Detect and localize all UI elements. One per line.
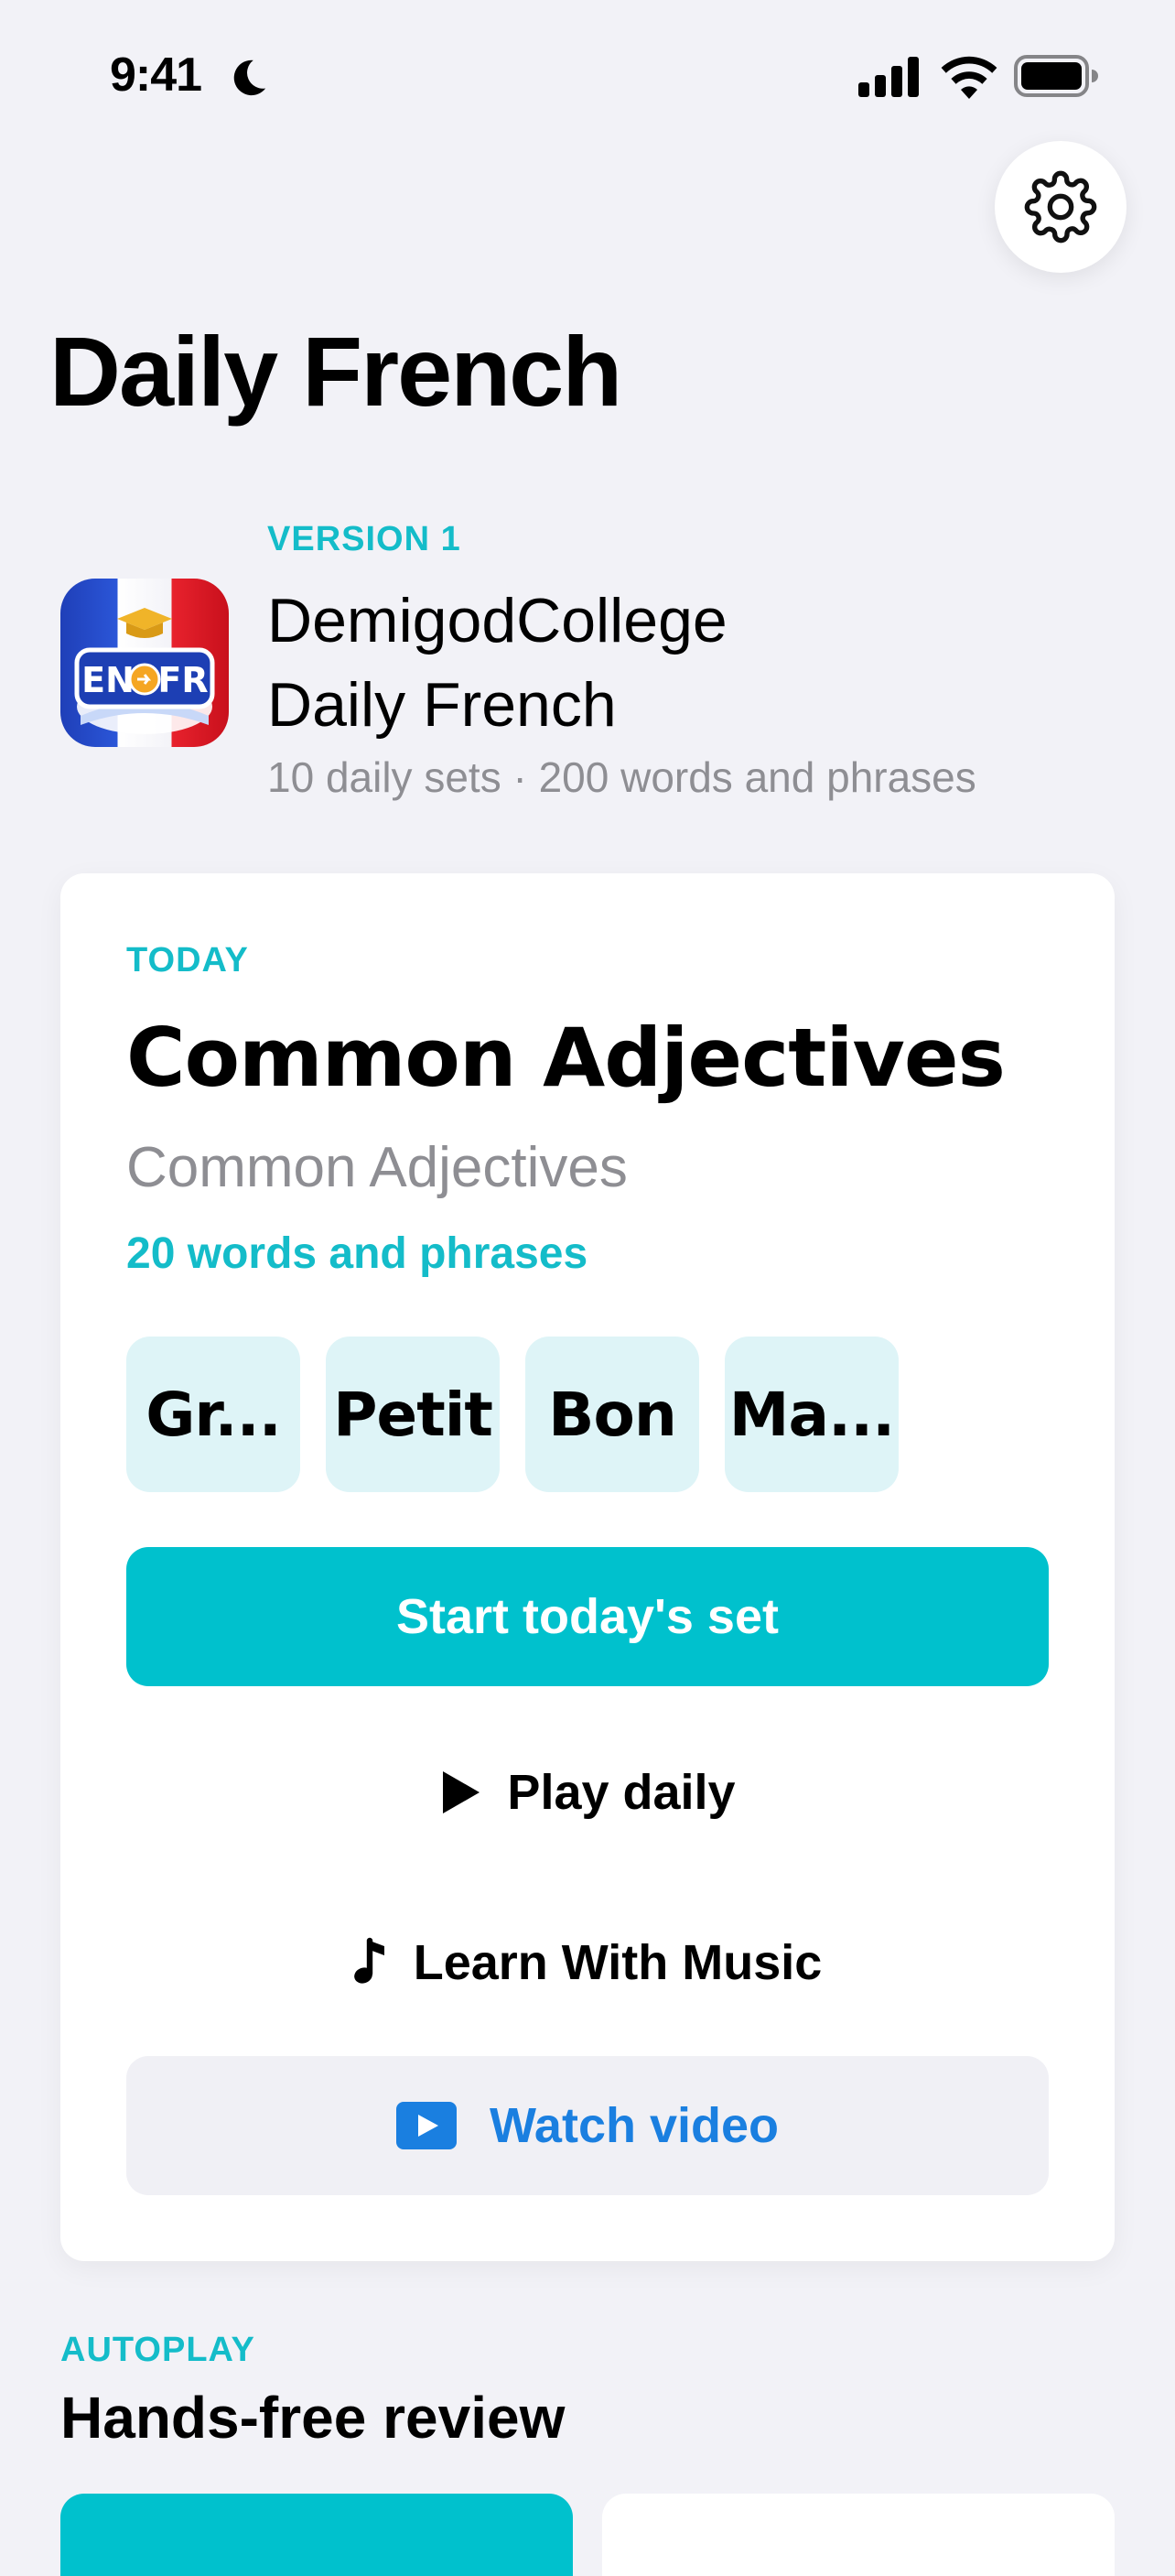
play-daily-label: Play daily [507, 1765, 736, 1820]
today-label: TODAY [126, 941, 249, 980]
play-daily-button[interactable]: Play daily [126, 1747, 1049, 1838]
moon-icon [233, 60, 266, 96]
word-chip[interactable]: Bon [525, 1337, 699, 1492]
status-bar: 9:41 [0, 0, 1175, 137]
start-set-button[interactable]: Start today's set [126, 1547, 1049, 1686]
set-word-count: 20 words and phrases [126, 1229, 588, 1278]
video-play-icon [395, 2102, 457, 2149]
learn-with-music-button[interactable]: Learn With Music [126, 1917, 1049, 2008]
start-set-label: Start today's set [396, 1589, 779, 1644]
word-chip[interactable]: Gr... [126, 1337, 300, 1492]
music-note-icon [353, 1937, 384, 1984]
word-chips: Gr... Petit Bon Ma... [126, 1337, 899, 1492]
icon-text-fr: FR [157, 660, 208, 700]
play-icon [443, 1771, 480, 1813]
wifi-icon [941, 56, 997, 99]
icon-text-en: EN [81, 660, 135, 700]
battery-icon [1014, 55, 1098, 97]
course-app-icon: EN FR [60, 579, 229, 747]
set-title: Common Adjectives [126, 1011, 1006, 1105]
set-subtitle: Common Adjectives [126, 1136, 628, 1199]
settings-button[interactable] [995, 141, 1126, 273]
cellular-signal-icon [858, 57, 919, 97]
word-chip[interactable]: Petit [326, 1337, 500, 1492]
course-meta: 10 daily sets · 200 words and phrases [267, 753, 976, 801]
gear-icon [1024, 170, 1097, 244]
watch-video-label: Watch video [489, 2098, 780, 2153]
today-card: TODAY Common Adjectives Common Adjective… [60, 873, 1115, 2261]
watch-video-button[interactable]: Watch video [126, 2056, 1049, 2195]
version-label: VERSION 1 [267, 520, 461, 558]
page-title: Daily French [49, 316, 622, 427]
course-name-line-1: DemigodCollege [267, 586, 728, 655]
course-name-line-2: Daily French [267, 670, 617, 740]
autoplay-label: AUTOPLAY [60, 2331, 255, 2369]
word-chip[interactable]: Ma... [725, 1337, 899, 1492]
autoplay-card[interactable] [60, 2494, 573, 2576]
course-name: DemigodCollege Daily French [267, 579, 1091, 747]
learn-with-music-label: Learn With Music [413, 1935, 823, 1990]
autoplay-card[interactable] [602, 2494, 1115, 2576]
autoplay-section-title: Hands-free review [60, 2385, 566, 2451]
status-time: 9:41 [110, 49, 202, 102]
